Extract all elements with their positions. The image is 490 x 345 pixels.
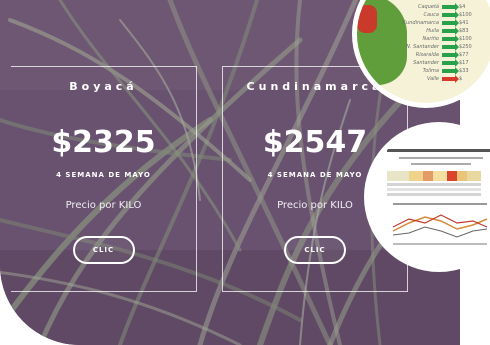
map-row-department: Risaralda — [415, 52, 439, 58]
map-row-value: $77 — [459, 52, 469, 58]
map-price-row: Valle $ — [401, 75, 490, 83]
map-price-row: N. Santander $250 — [401, 43, 490, 51]
map-row-value: $83 — [459, 28, 469, 34]
map-row-department: Huila — [426, 28, 439, 34]
map-row-department: Valle — [426, 76, 439, 82]
trend-arrow-icon — [442, 51, 459, 59]
map-price-row: Caquetá $4 — [401, 3, 490, 11]
map-row-department: Santander — [413, 60, 439, 66]
trend-arrow-icon — [442, 75, 459, 83]
map-row-department: Nariño — [422, 36, 439, 42]
price-unit: Precio por KILO — [65, 200, 142, 211]
map-row-value: $ — [459, 76, 463, 82]
map-thumbnail[interactable]: Caquetá $4 Cauca $100 Cundinamarca $41 Huila $8… — [352, 0, 490, 108]
report-thumbnail[interactable] — [364, 122, 490, 272]
map-price-row: Cundinamarca $41 — [401, 19, 490, 27]
map-row-value: $100 — [459, 12, 472, 18]
map-row-value: $250 — [459, 44, 472, 50]
map-price-row: Santander $17 — [401, 59, 490, 67]
map-price-row: Risaralda $77 — [401, 51, 490, 59]
trend-arrow-icon — [442, 11, 459, 19]
page: Boyacá $2325 4 SEMANA DE MAYO Precio por… — [0, 0, 490, 345]
map-price-row: Cauca $100 — [401, 11, 490, 19]
map-row-value: $33 — [459, 68, 469, 74]
week-label: 4 SEMANA DE MAYO — [56, 171, 151, 179]
map-price-row: Tolima $33 — [401, 67, 490, 75]
department-name: Boyacá — [69, 80, 138, 93]
map-price-list: Caquetá $4 Cauca $100 Cundinamarca $41 Huila $8… — [401, 3, 490, 83]
report-document-preview — [369, 127, 490, 267]
trend-arrow-icon — [442, 19, 459, 27]
trend-arrow-icon — [442, 43, 459, 51]
map-row-department: Tolima — [422, 68, 439, 74]
map-price-row: Huila $83 — [401, 27, 490, 35]
map-row-department: Caquetá — [418, 4, 439, 10]
map-row-department: Cundinamarca — [402, 20, 439, 26]
trend-arrow-icon — [442, 59, 459, 67]
map-row-value: $17 — [459, 60, 469, 66]
map-row-value: $4 — [459, 4, 466, 10]
department-card-boyaca: Boyacá $2325 4 SEMANA DE MAYO Precio por… — [11, 66, 197, 292]
map-region-highlight — [357, 5, 377, 33]
map-row-value: $100 — [459, 36, 472, 42]
clic-button[interactable]: CLIC — [72, 236, 135, 264]
map-row-department: N. Santander — [406, 44, 439, 50]
trend-arrow-icon — [442, 35, 459, 43]
map-row-department: Cauca — [423, 12, 439, 18]
trend-arrow-icon — [442, 67, 459, 75]
map-row-value: $41 — [459, 20, 469, 26]
trend-arrow-icon — [442, 27, 459, 35]
clic-button[interactable]: CLIC — [284, 236, 346, 264]
trend-arrow-icon — [442, 3, 459, 11]
map-price-row: Nariño $100 — [401, 35, 490, 43]
price-value: $2325 — [51, 125, 156, 160]
